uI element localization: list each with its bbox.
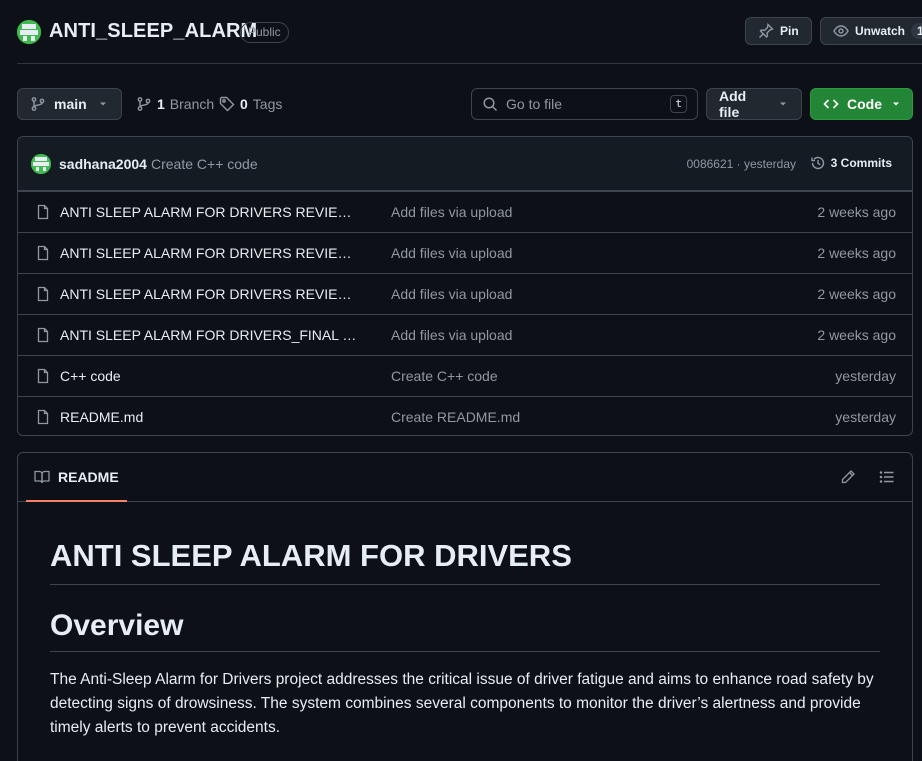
code-icon bbox=[823, 96, 839, 112]
history-icon bbox=[810, 155, 826, 171]
file-row[interactable]: ANTI SLEEP ALARM FOR DRIVERS REVIEW-2.p.… bbox=[18, 232, 912, 273]
file-row[interactable]: ANTI SLEEP ALARM FOR DRIVERS REVIEW-3.pd… bbox=[18, 273, 912, 314]
readme-content: ANTI SLEEP ALARM FOR DRIVERS Overview Th… bbox=[18, 538, 912, 740]
file-commit-date: yesterday bbox=[835, 368, 896, 384]
add-file-label: Add file bbox=[719, 88, 747, 120]
file-name[interactable]: ANTI SLEEP ALARM FOR DRIVERS REVIEW-3.pd… bbox=[60, 286, 360, 302]
branch-icon bbox=[136, 96, 152, 112]
watch-button[interactable]: Unwatch 1 bbox=[820, 17, 922, 45]
file-row[interactable]: ANTI SLEEP ALARM FOR DRIVERS REVIEW 1.p.… bbox=[18, 191, 912, 232]
tags-count: 0 bbox=[240, 96, 248, 112]
chevron-down-icon bbox=[97, 98, 109, 110]
branches-count: 1 bbox=[157, 96, 165, 112]
file-row[interactable]: README.md Create README.md yesterday bbox=[18, 396, 912, 435]
tag-icon bbox=[219, 96, 235, 112]
file-commit-date: yesterday bbox=[835, 409, 896, 425]
file-row[interactable]: C++ code Create C++ code yesterday bbox=[18, 355, 912, 396]
commit-message[interactable]: Create C++ code bbox=[151, 156, 258, 172]
readme-tab-label: README bbox=[58, 468, 119, 485]
add-file-button[interactable]: Add file bbox=[706, 88, 802, 120]
code-label: Code bbox=[847, 96, 882, 112]
file-icon bbox=[35, 204, 51, 220]
file-name[interactable]: ANTI SLEEP ALARM FOR DRIVERS REVIEW-2.p.… bbox=[60, 245, 360, 261]
file-commit-message[interactable]: Add files via upload bbox=[391, 245, 512, 261]
go-to-file-search[interactable]: Go to file t bbox=[471, 88, 698, 120]
file-icon bbox=[35, 286, 51, 302]
commit-author[interactable]: sadhana2004 bbox=[59, 156, 147, 172]
tab-readme[interactable]: README bbox=[26, 453, 127, 502]
visibility-badge: Public bbox=[240, 22, 289, 43]
pin-icon bbox=[758, 23, 774, 39]
file-commit-message[interactable]: Add files via upload bbox=[391, 204, 512, 220]
watch-label: Unwatch bbox=[855, 24, 906, 38]
tags-link[interactable]: 0 Tags bbox=[219, 88, 282, 120]
file-commit-date: 2 weeks ago bbox=[817, 245, 896, 261]
latest-commit-bar: sadhana2004 Create C++ code 0086621 · ye… bbox=[18, 137, 912, 191]
list-icon[interactable] bbox=[879, 469, 895, 485]
branch-selector[interactable]: main bbox=[17, 88, 122, 120]
branches-link[interactable]: 1 Branch bbox=[136, 88, 214, 120]
eye-icon bbox=[833, 23, 849, 39]
readme-paragraph: The Anti-Sleep Alarm for Drivers project… bbox=[50, 671, 874, 736]
branch-icon bbox=[30, 96, 46, 112]
file-name[interactable]: README.md bbox=[60, 409, 360, 425]
file-commit-date: 2 weeks ago bbox=[817, 204, 896, 220]
readme-subheading: Overview bbox=[50, 609, 880, 652]
watch-count: 1 bbox=[911, 23, 922, 39]
readme-panel: README ANTI SLEEP ALARM FOR DRIVERS Over… bbox=[17, 452, 913, 761]
pencil-icon[interactable] bbox=[840, 469, 856, 485]
owner-avatar[interactable] bbox=[17, 20, 41, 44]
file-icon bbox=[35, 327, 51, 343]
branches-label: Branch bbox=[169, 96, 215, 112]
commits-history-link[interactable]: 3 Commits bbox=[810, 155, 892, 171]
readme-heading: ANTI SLEEP ALARM FOR DRIVERS bbox=[50, 538, 880, 585]
commit-author-avatar[interactable] bbox=[31, 154, 51, 174]
file-commit-message[interactable]: Add files via upload bbox=[391, 327, 512, 343]
search-placeholder: Go to file bbox=[506, 96, 563, 112]
file-icon bbox=[35, 368, 51, 384]
branch-name: main bbox=[54, 96, 87, 112]
file-commit-message[interactable]: Create C++ code bbox=[391, 368, 498, 384]
file-row[interactable]: ANTI SLEEP ALARM FOR DRIVERS_FINAL REPO.… bbox=[18, 314, 912, 355]
tags-label: Tags bbox=[252, 96, 283, 112]
file-icon bbox=[35, 409, 51, 425]
file-commit-date: 2 weeks ago bbox=[817, 286, 896, 302]
file-name[interactable]: C++ code bbox=[60, 368, 360, 384]
chevron-down-icon bbox=[890, 98, 902, 110]
file-commit-date: 2 weeks ago bbox=[817, 327, 896, 343]
search-icon bbox=[482, 96, 498, 112]
commit-hash-time[interactable]: 0086621 · yesterday bbox=[687, 157, 796, 171]
pin-label: Pin bbox=[780, 24, 799, 38]
commits-count-label: 3 Commits bbox=[830, 156, 892, 170]
chevron-down-icon bbox=[777, 98, 789, 110]
code-button[interactable]: Code bbox=[810, 88, 913, 120]
file-commit-message[interactable]: Create README.md bbox=[391, 409, 520, 425]
readme-header: README bbox=[18, 453, 912, 502]
file-name[interactable]: ANTI SLEEP ALARM FOR DRIVERS_FINAL REPO.… bbox=[60, 327, 360, 343]
file-commit-message[interactable]: Add files via upload bbox=[391, 286, 512, 302]
repo-header: ANTI_SLEEP_ALARM Public Pin Unwatch 1 bbox=[17, 0, 922, 64]
file-name[interactable]: ANTI SLEEP ALARM FOR DRIVERS REVIEW 1.p.… bbox=[60, 204, 360, 220]
search-shortcut: t bbox=[670, 95, 687, 113]
repo-name[interactable]: ANTI_SLEEP_ALARM bbox=[49, 20, 257, 43]
file-icon bbox=[35, 245, 51, 261]
book-icon bbox=[34, 469, 50, 485]
file-table: sadhana2004 Create C++ code 0086621 · ye… bbox=[17, 136, 913, 436]
pin-button[interactable]: Pin bbox=[745, 17, 812, 45]
